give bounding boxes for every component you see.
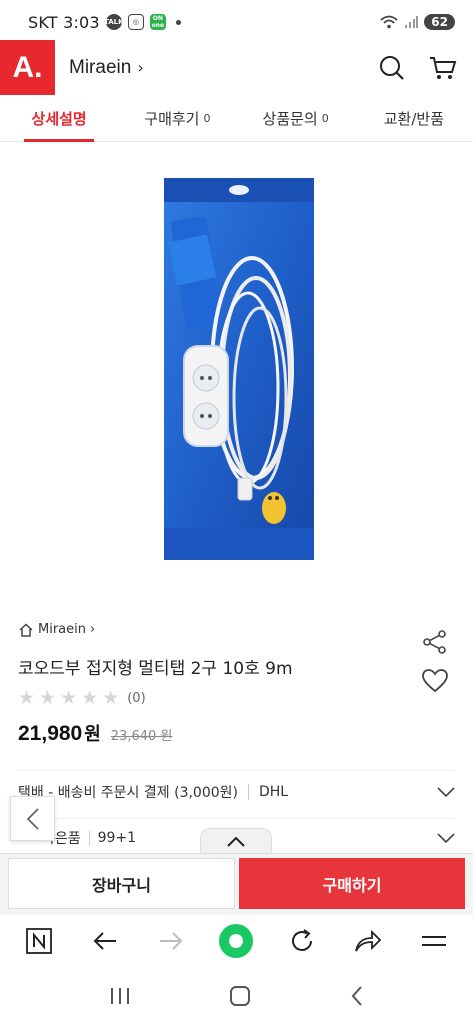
menu-button[interactable] bbox=[412, 919, 456, 963]
share-icon[interactable] bbox=[422, 630, 448, 654]
seller-name: Miraein bbox=[38, 622, 86, 637]
tab-label: 상세설명 bbox=[31, 109, 87, 128]
battery-indicator: 62 bbox=[424, 14, 455, 30]
tab-label: 상품문의 bbox=[262, 109, 318, 128]
tab-label: 구매후기 bbox=[144, 109, 200, 128]
naver-home-button[interactable] bbox=[17, 919, 61, 963]
star-icon: ★ bbox=[81, 687, 99, 709]
store-name[interactable]: Miraein bbox=[69, 57, 131, 79]
naver-icon bbox=[26, 928, 52, 954]
tab-count: 0 bbox=[203, 111, 211, 125]
status-bar: SKT 3:03 TALK ◎ ON one 62 bbox=[0, 0, 473, 44]
chevron-down-icon bbox=[437, 786, 455, 797]
tab-description[interactable]: 상세설명 bbox=[0, 95, 118, 142]
star-icon: ★ bbox=[102, 687, 120, 709]
signal-icon bbox=[405, 16, 419, 28]
add-to-cart-button[interactable]: 장바구니 bbox=[8, 858, 235, 909]
browser-toolbar bbox=[0, 915, 473, 967]
app-header: A. Miraein › bbox=[0, 40, 473, 95]
price-row: 21,980 원 23,640 원 bbox=[18, 720, 172, 746]
notification-dot-icon bbox=[175, 19, 181, 25]
shipping-carrier: DHL bbox=[259, 783, 289, 800]
original-price: 23,640 원 bbox=[110, 729, 173, 744]
chevron-up-icon bbox=[227, 836, 245, 847]
seller-chevron-icon: › bbox=[90, 622, 96, 637]
cart-icon[interactable] bbox=[429, 55, 457, 81]
arrow-right-icon bbox=[159, 932, 183, 950]
home-button-icon[interactable] bbox=[229, 985, 251, 1007]
back-icon[interactable] bbox=[350, 985, 364, 1007]
shipping-info-row[interactable]: 택배 - 배송비 주문시 결제 (3,000원) DHL bbox=[18, 770, 455, 812]
system-navigation-bar bbox=[0, 967, 473, 1024]
green-dot-icon bbox=[219, 924, 254, 958]
recent-apps-icon[interactable] bbox=[109, 986, 131, 1006]
price-unit: 원 bbox=[84, 724, 101, 745]
product-title: 코오드부 접지형 멀티탭 2구 10호 9m bbox=[18, 659, 293, 679]
browser-forward-button[interactable] bbox=[149, 919, 193, 963]
brand-logo[interactable]: A. bbox=[0, 40, 55, 95]
one-store-icon: ON one bbox=[149, 14, 166, 30]
screenshot-icon: ◎ bbox=[127, 14, 144, 30]
share-page-button[interactable] bbox=[346, 919, 390, 963]
collapse-panel-button[interactable] bbox=[200, 828, 272, 854]
home-icon bbox=[19, 622, 33, 637]
refresh-button[interactable] bbox=[280, 919, 324, 963]
kakaotalk-icon: TALK bbox=[104, 14, 124, 30]
review-count: (0) bbox=[127, 690, 146, 706]
search-icon[interactable] bbox=[379, 55, 405, 81]
share-arrow-icon bbox=[355, 929, 382, 952]
chevron-left-icon bbox=[26, 807, 39, 830]
product-image[interactable] bbox=[164, 178, 314, 560]
tab-reviews[interactable]: 구매후기 0 bbox=[118, 95, 236, 141]
tab-inquiries[interactable]: 상품문의 0 bbox=[237, 95, 355, 141]
arrow-left-icon bbox=[93, 932, 116, 950]
star-icon: ★ bbox=[39, 687, 57, 709]
star-icon: ★ bbox=[60, 687, 78, 709]
floating-back-button[interactable] bbox=[10, 796, 55, 841]
wifi-icon bbox=[380, 15, 398, 29]
gift-value: 99+1 bbox=[97, 829, 137, 846]
tab-count: 0 bbox=[321, 111, 329, 125]
divider bbox=[248, 783, 249, 800]
hamburger-icon bbox=[421, 936, 446, 946]
store-chevron-icon: › bbox=[137, 58, 144, 77]
star-icon: ★ bbox=[18, 687, 36, 709]
buy-now-button[interactable]: 구매하기 bbox=[239, 858, 465, 909]
sale-price: 21,980 bbox=[18, 722, 83, 745]
product-tabs: 상세설명 구매후기 0 상품문의 0 교환/반품 bbox=[0, 95, 473, 142]
chevron-down-icon bbox=[437, 832, 455, 843]
heart-icon[interactable] bbox=[421, 668, 449, 694]
purchase-action-bar: 장바구니 구매하기 bbox=[0, 853, 473, 915]
seller-link[interactable]: Miraein › bbox=[18, 622, 95, 637]
refresh-icon bbox=[292, 929, 313, 951]
carrier-time: SKT 3:03 bbox=[28, 12, 100, 32]
browser-back-button[interactable] bbox=[83, 919, 127, 963]
product-rating[interactable]: ★ ★ ★ ★ ★ (0) bbox=[18, 688, 146, 708]
tab-label: 교환/반품 bbox=[383, 109, 444, 128]
green-dot-button[interactable] bbox=[214, 919, 258, 963]
tab-exchange-return[interactable]: 교환/반품 bbox=[355, 95, 473, 141]
divider bbox=[88, 830, 90, 845]
